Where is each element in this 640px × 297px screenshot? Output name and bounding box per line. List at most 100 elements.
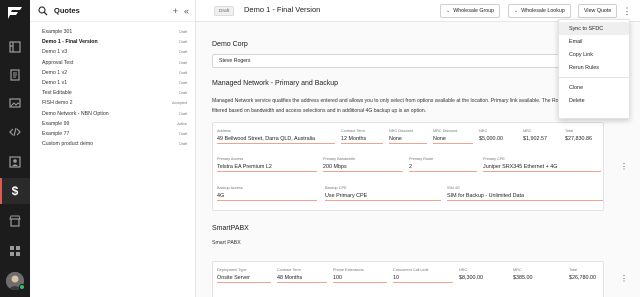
menu-item-clone[interactable]: Clone bbox=[559, 81, 629, 94]
quote-list-item[interactable]: Example 77 Draft bbox=[30, 129, 195, 139]
config-field[interactable]: Address 49 Bellwood Street, Darra QLD, Au… bbox=[217, 129, 335, 144]
collapse-panel-button[interactable]: « bbox=[184, 6, 189, 16]
config-field[interactable]: SIM 4G SIM for Backup - Unlimited Data bbox=[447, 186, 603, 201]
quote-name: Demo 1 v3 bbox=[42, 49, 68, 56]
config-field[interactable]: Contract Term 12 Months bbox=[341, 129, 383, 144]
smartpabx-config-card: Deployment Type Onsite Server Contract Ter… bbox=[212, 261, 604, 297]
quote-name: Demo 1 v1 bbox=[42, 80, 68, 87]
contact-card-icon[interactable] bbox=[8, 155, 22, 169]
config-field: MRC $1,902.57 bbox=[523, 129, 561, 144]
search-icon[interactable] bbox=[38, 5, 48, 16]
quote-list-item[interactable]: Demo 1 - Final Version Draft bbox=[30, 37, 195, 47]
view-quote-button[interactable]: View Quote bbox=[578, 4, 618, 18]
quote-list-item[interactable]: Test Editable Draft bbox=[30, 88, 195, 98]
config-field[interactable]: MRC Discount None bbox=[433, 129, 473, 144]
quote-list-item[interactable]: Demo 1 v2 Draft bbox=[30, 68, 195, 78]
add-quote-button[interactable]: + bbox=[173, 6, 178, 16]
quote-list-item[interactable]: Demo 1 v3 Draft bbox=[30, 47, 195, 57]
config-field[interactable]: Backup Access 4G bbox=[217, 186, 317, 201]
quote-status: Draft bbox=[179, 30, 187, 35]
field-value: None bbox=[389, 135, 427, 144]
wholesale-group-button[interactable]: ⌄ Wholesale Group bbox=[440, 4, 501, 18]
config-field[interactable]: Primary Route 2 bbox=[409, 157, 477, 172]
field-value: Onsite Server bbox=[217, 274, 271, 283]
dashboard-icon[interactable] bbox=[8, 40, 22, 54]
quote-name: Test Editable bbox=[42, 90, 72, 97]
quote-status: Draft bbox=[179, 60, 187, 65]
quote-status: Draft bbox=[179, 111, 187, 116]
field-value: Telstra EA Premium L2 bbox=[217, 163, 317, 172]
quotes-list: Example 301 Draft Demo 1 - Final Version Dr… bbox=[30, 22, 195, 149]
config-field[interactable]: Primary Access Telstra EA Premium L2 bbox=[217, 157, 317, 172]
config-field[interactable]: Primary CPE Juniper SRX345 Ethernet + 4G bbox=[483, 157, 601, 172]
quote-list-item[interactable]: FISH demo 2 Accepted bbox=[30, 98, 195, 108]
quote-status: Draft bbox=[179, 91, 187, 96]
field-value: $385.00 bbox=[513, 275, 533, 281]
quote-list-item[interactable]: Example 99 Active bbox=[30, 119, 195, 129]
field-value: 49 Bellwood Street, Darra QLD, Australia bbox=[217, 135, 335, 144]
app-logo[interactable] bbox=[7, 6, 23, 20]
code-icon[interactable] bbox=[8, 125, 22, 139]
menu-item-delete[interactable]: Delete bbox=[559, 94, 629, 107]
quote-list-item[interactable]: Approval Test Draft bbox=[30, 58, 195, 68]
product-subtitle: Smart PABX bbox=[212, 240, 241, 246]
config-field[interactable]: Deployment Type Onsite Server bbox=[217, 268, 271, 283]
field-value: Use Primary CPE bbox=[325, 192, 441, 201]
more-options-icon[interactable]: ⋮ bbox=[622, 4, 632, 18]
config-field: Total $26,780.00 bbox=[569, 268, 605, 283]
quote-list-item[interactable]: Demo 1 v1 Draft bbox=[30, 78, 195, 88]
menu-item-rerun-rules[interactable]: Rerun Rules bbox=[559, 61, 629, 74]
quote-name: FISH demo 2 bbox=[42, 100, 73, 107]
dollar-icon[interactable]: $ bbox=[8, 184, 22, 198]
quote-list-item[interactable]: Example 301 Draft bbox=[30, 27, 195, 37]
quotes-panel-header: Quotes + « bbox=[30, 0, 195, 22]
menu-item-copy-link[interactable]: Copy Link bbox=[559, 48, 629, 61]
config-field[interactable]: NRC Discount None bbox=[389, 129, 427, 144]
quote-list-item[interactable]: Demo Network - NBN Option Draft bbox=[30, 109, 195, 119]
config-field[interactable]: Concurrent Call Limit 10 bbox=[393, 268, 453, 283]
online-status-dot bbox=[19, 284, 25, 290]
field-value: 48 Months bbox=[277, 274, 327, 283]
config-field[interactable]: Contract Term 48 Months bbox=[277, 268, 327, 283]
chevron-down-icon: ⌄ bbox=[514, 8, 519, 14]
field-value: 10 bbox=[393, 274, 453, 283]
field-value: 12 Months bbox=[341, 135, 383, 144]
account-name: Demo Corp bbox=[212, 41, 248, 48]
quote-name: Approval Test bbox=[42, 59, 74, 66]
quote-name: Example 99 bbox=[42, 120, 70, 127]
status-badge: Draft bbox=[214, 6, 235, 16]
menu-divider bbox=[559, 77, 629, 78]
app-rail: $ bbox=[0, 0, 30, 297]
config-field: NRC $5,000.00 bbox=[479, 129, 519, 144]
quote-status: Active bbox=[177, 121, 187, 126]
quote-status: Draft bbox=[179, 81, 187, 86]
config-field[interactable]: Primary Bandwidth 200 Mbps bbox=[323, 157, 403, 172]
menu-item-sync-to-sfdc[interactable]: Sync to SFDC bbox=[559, 22, 629, 35]
quote-name: Demo 1 v2 bbox=[42, 69, 68, 76]
quote-list-item[interactable]: Custom product demo Draft bbox=[30, 139, 195, 149]
wholesale-lookup-button[interactable]: ⌄ Wholesale Lookup bbox=[508, 4, 571, 18]
chevron-down-icon: ⌄ bbox=[446, 8, 451, 14]
product-description: Managed Network service qualifies the ad… bbox=[212, 98, 573, 114]
menu-item-email[interactable]: Email bbox=[559, 35, 629, 48]
managed-network-config-card: Address 49 Bellwood Street, Darra QLD, Au… bbox=[212, 122, 604, 211]
quotes-panel: Quotes + « Example 301 Draft Demo 1 - Fina… bbox=[30, 0, 196, 297]
product-title-smartpabx: SmartPABX bbox=[212, 225, 249, 232]
field-value: 2 bbox=[409, 163, 477, 172]
quote-status: Draft bbox=[179, 50, 187, 55]
quote-status: Draft bbox=[179, 40, 187, 45]
product-options-icon[interactable]: ⋮ bbox=[620, 162, 628, 171]
store-icon[interactable] bbox=[8, 214, 22, 228]
document-icon[interactable] bbox=[8, 68, 22, 82]
gallery-icon[interactable] bbox=[8, 96, 22, 110]
field-value: 200 Mbps bbox=[323, 163, 403, 172]
field-value: 4G bbox=[217, 192, 317, 201]
page-title: Demo 1 - Final Version bbox=[244, 5, 321, 14]
quote-actions-menu: Sync to SFDC Email Copy Link Rerun Rules Clo… bbox=[558, 19, 630, 119]
product-options-icon[interactable]: ⋮ bbox=[620, 274, 628, 283]
field-value: $26,780.00 bbox=[569, 275, 596, 281]
config-field[interactable]: Phone Extensions 100 bbox=[333, 268, 387, 283]
config-field[interactable]: Backup CPE Use Primary CPE bbox=[325, 186, 441, 201]
grid-icon[interactable] bbox=[8, 244, 22, 258]
field-value: $27,830.86 bbox=[565, 136, 592, 142]
